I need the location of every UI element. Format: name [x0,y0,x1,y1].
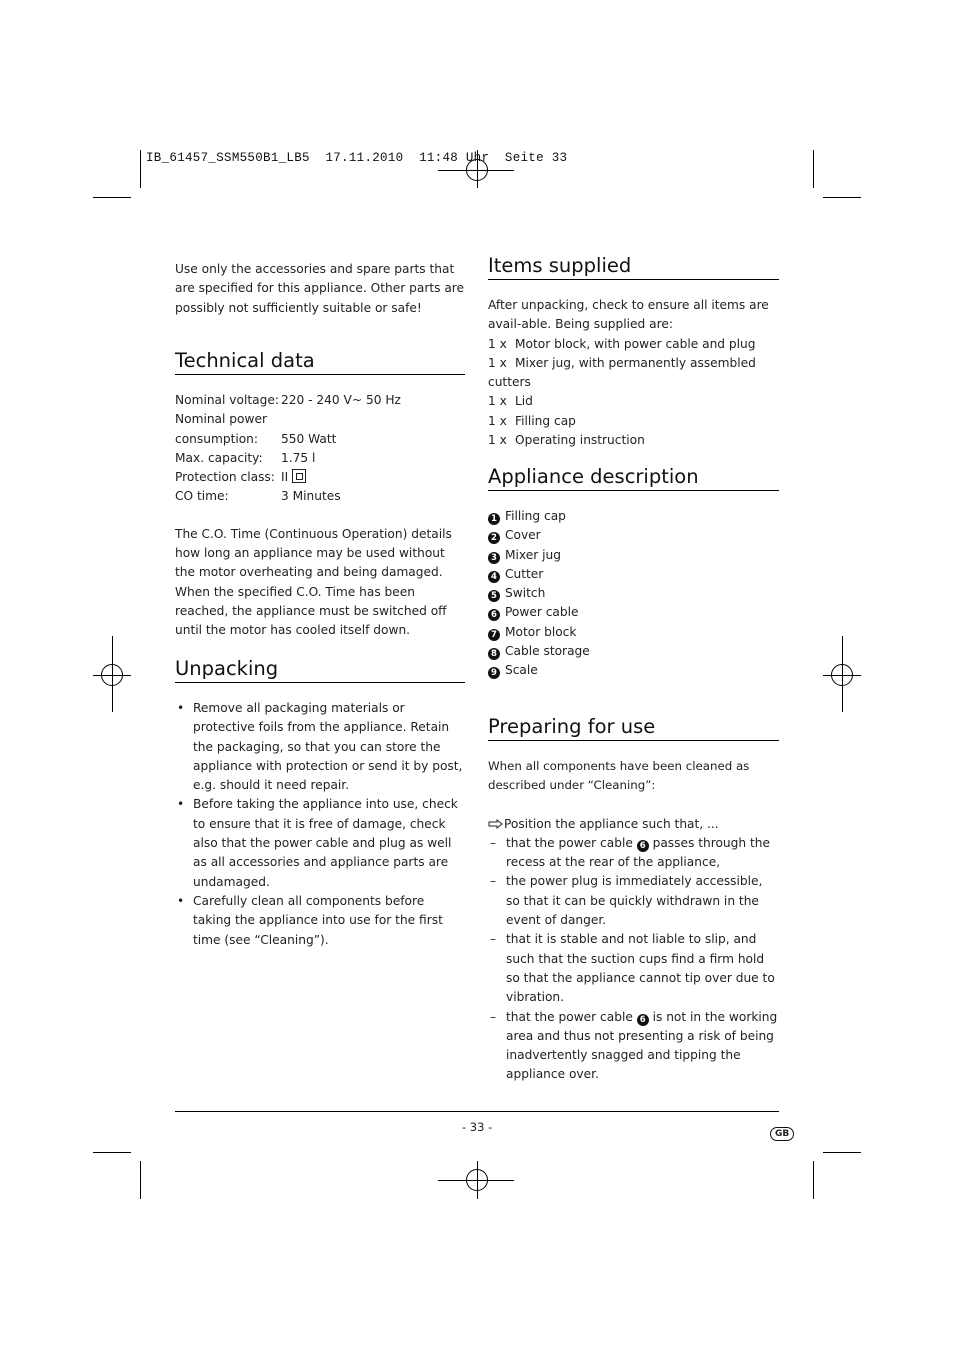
tech-row: Nominal voltage: 220 - 240 V~ 50 Hz [175,393,401,407]
section-title: Preparing for use [488,715,779,741]
crop-mark [823,1152,861,1153]
items-supplied-section: Items supplied After unpacking, check to… [488,254,779,450]
list-item: 1 x Lid [488,394,533,409]
arrow-right-icon [488,815,504,834]
tech-row: Nominal power [175,412,267,427]
tech-row: consumption: 550 Watt [175,431,337,446]
preparing-section: Preparing for use When all components ha… [488,715,779,1085]
number-badge-icon: 6 [636,1013,649,1026]
print-slug: IB_61457_SSM550B1_LB5 [146,151,310,165]
section-title: Items supplied [488,254,779,280]
list-item: 8 Cable storage [488,642,779,661]
registration-circle [101,664,123,686]
print-header: IB_61457_SSM550B1_LB5 17.11.2010 11:48 U… [146,151,567,165]
items-supplied-intro: After unpacking, check to ensure all ite… [488,298,769,332]
number-badge-icon: 9 [488,667,500,680]
number-badge-icon: 1 [488,513,500,525]
list-item: 1 x Motor block, with power cable and plu… [488,336,756,351]
list-item: 1 x Filling cap [488,413,576,428]
crop-mark [140,1161,141,1199]
number-badge-icon: 3 [488,551,500,564]
list-item: – the power plug is immediately accessibl… [490,874,763,928]
list-item: 7 Motor block [488,623,779,642]
unpacking-list: • Remove all packaging materials or prote… [175,699,465,950]
co-time-note: The C.O. Time (Continuous Operation) det… [175,526,452,638]
list-item: • Carefully clean all components before t… [177,893,443,947]
list-item: 4 Cutter [488,565,779,584]
crop-mark [813,1161,814,1199]
tech-row: Max. capacity: 1.75 l [175,450,316,465]
list-item: 9 Scale [488,661,779,680]
list-item: – that the power cable 6 is not in the wo… [490,1009,778,1082]
items-supplied-list: 1 x Motor block, with power cable and plu… [488,335,779,451]
print-date: 17.11.2010 [325,151,404,165]
list-item: • Remove all packaging materials or prote… [177,701,463,793]
registration-circle [466,1169,488,1191]
technical-data-table: Nominal voltage: 220 - 240 V~ 50 Hz Nomin… [175,391,465,507]
crop-mark [813,150,814,188]
tech-row: CO time: 3 Minutes [175,489,341,504]
number-badge-icon: 2 [488,532,500,545]
list-item: 3 Mixer jug [488,546,779,565]
list-item: – that it is stable and not liable to sli… [490,932,775,1005]
double-insulation-icon [292,469,307,484]
appliance-parts-list: 1 Filling cap 2 Cover 3 Mixer jug 4 Cutter 5… [488,507,779,681]
crop-mark [93,1152,131,1153]
number-badge-icon: 7 [488,628,500,641]
section-title: Unpacking [175,657,465,683]
preparing-list: – that the power cable 6 passes through t… [488,834,779,1085]
footer-rule [175,1111,779,1112]
crop-mark [93,197,131,198]
number-badge-icon: 4 [488,570,500,583]
crop-mark [140,150,141,188]
list-item: • Before taking the appliance into use, c… [177,797,458,889]
section-title: Appliance description [488,465,779,491]
print-page: Seite 33 [504,151,568,165]
number-badge-icon: 6 [636,839,649,852]
list-item: 2 Cover [488,526,779,545]
list-item: 6 Power cable [488,603,779,622]
registration-circle [831,664,853,686]
preparing-intro: When all components have been cleaned as… [488,759,750,793]
section-title: Technical data [175,349,465,375]
appliance-description-section: Appliance description 1 Filling cap 2 Cove… [488,465,779,681]
list-item: 5 Switch [488,584,779,603]
intro-text: Use only the accessories and spare parts… [175,262,465,315]
number-badge-icon: 5 [488,590,500,603]
number-badge-icon: 8 [488,648,500,661]
country-badge: GB [770,1127,795,1141]
technical-data-section: Technical data Nominal voltage: 220 - 240… [175,349,465,641]
list-item: 1 x Mixer jug, with permanently assembled… [488,355,756,390]
tech-row: Protection class: II [175,468,465,487]
page-number: - 33 - [462,1120,493,1134]
unpacking-section: Unpacking • Remove all packaging material… [175,657,465,950]
number-badge-icon: 6 [488,609,500,622]
list-item: 1 Filling cap [488,507,779,526]
list-item: – that the power cable 6 passes through t… [490,835,770,870]
crop-mark [823,197,861,198]
list-item: 1 x Operating instruction [488,433,645,448]
preparing-action: Position the appliance such that, ... [488,815,779,834]
print-time: 11:48 Uhr [419,151,490,165]
